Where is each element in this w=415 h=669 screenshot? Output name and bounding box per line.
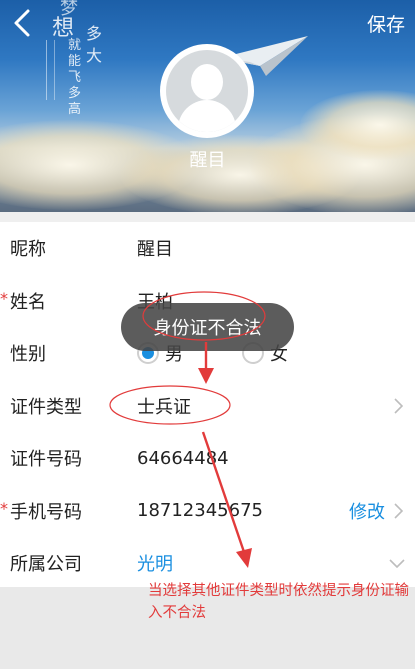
default-user-icon bbox=[166, 50, 248, 132]
profile-form: 昵称 醒目 * 姓名 王柏 性别 男 女 证件类型 士兵证 证件号码 64664… bbox=[0, 222, 415, 590]
field-label: 性别 bbox=[10, 344, 46, 366]
nickname-display: 醒目 bbox=[189, 150, 226, 171]
error-toast: 身份证不合法 bbox=[121, 303, 294, 351]
modify-phone-button[interactable]: 修改 bbox=[349, 498, 385, 524]
profile-screen: 梦 想 多 大 就 能 飞 多 高 保存 醒目 昵称 醒目 * 姓名 性别 男 … bbox=[0, 0, 415, 669]
chevron-right-icon[interactable] bbox=[393, 398, 403, 414]
required-marker: * bbox=[0, 498, 8, 518]
chevron-down-icon[interactable] bbox=[389, 558, 405, 569]
row-id-type[interactable]: 证件类型 士兵证 bbox=[0, 380, 415, 433]
id-number-field[interactable]: 64664484 bbox=[137, 448, 229, 469]
required-marker: * bbox=[0, 288, 8, 308]
slogan-char: 多 bbox=[86, 24, 103, 43]
company-select[interactable]: 光明 bbox=[137, 550, 173, 576]
slogan-char: 大 bbox=[86, 46, 103, 65]
field-label: 证件号码 bbox=[10, 449, 82, 471]
divider bbox=[0, 212, 415, 222]
save-button[interactable]: 保存 bbox=[367, 10, 405, 37]
row-nickname[interactable]: 昵称 醒目 bbox=[0, 222, 415, 275]
chevron-right-icon[interactable] bbox=[393, 503, 403, 519]
row-phone: * 手机号码 18712345675 修改 bbox=[0, 485, 415, 538]
decorative-slogan: 梦 想 多 大 就 能 飞 多 高 bbox=[46, 0, 126, 120]
phone-field: 18712345675 bbox=[137, 500, 263, 522]
slogan-char: 高 bbox=[68, 102, 82, 117]
avatar[interactable] bbox=[160, 44, 254, 138]
row-id-number[interactable]: 证件号码 64664484 bbox=[0, 432, 415, 485]
annotation-note: 当选择其他证件类型时依然提示身份证输入不合法 bbox=[148, 583, 409, 621]
field-label: 姓名 bbox=[10, 291, 46, 313]
field-label: 所属公司 bbox=[10, 554, 82, 576]
field-label: 手机号码 bbox=[10, 501, 82, 523]
nickname-field[interactable]: 醒目 bbox=[137, 235, 173, 261]
id-type-select[interactable]: 士兵证 bbox=[137, 393, 191, 419]
back-arrow-icon[interactable] bbox=[8, 6, 36, 40]
field-label: 证件类型 bbox=[10, 396, 82, 418]
header-banner: 梦 想 多 大 就 能 飞 多 高 保存 醒目 bbox=[0, 0, 415, 212]
field-label: 昵称 bbox=[10, 239, 46, 261]
